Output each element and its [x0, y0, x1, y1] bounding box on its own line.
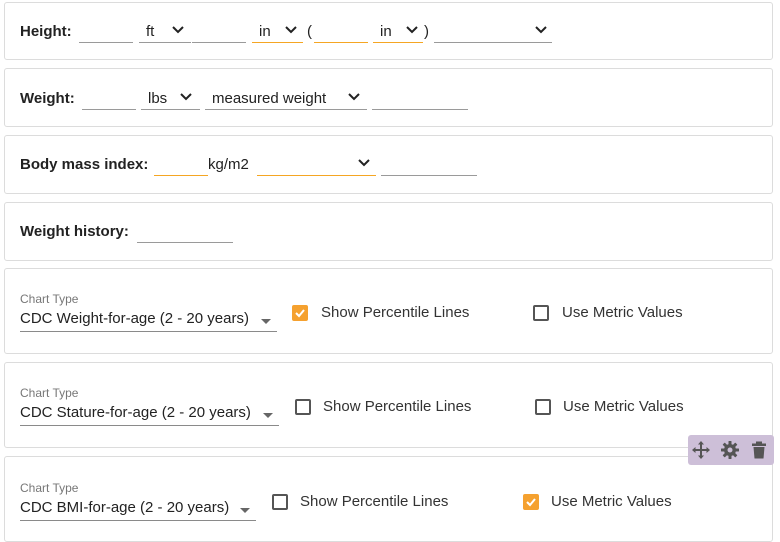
show-percentile-checkbox[interactable] — [292, 305, 308, 321]
chart-type-caption: Chart Type — [20, 292, 79, 306]
chevron-down-icon — [180, 93, 192, 101]
gear-icon[interactable] — [720, 440, 740, 460]
chart-type-value: CDC BMI-for-age (2 - 20 years) — [20, 499, 230, 516]
bmi-label: Body mass index: — [20, 156, 149, 173]
chevron-down-icon — [535, 26, 547, 34]
use-metric-checkbox[interactable] — [535, 399, 551, 415]
use-metric-checkbox[interactable] — [533, 305, 549, 321]
height-in-input[interactable] — [192, 21, 246, 43]
chart-type-caption: Chart Type — [20, 481, 79, 495]
chevron-down-icon — [358, 159, 370, 167]
height-ft-unit-select[interactable]: ft — [139, 21, 191, 43]
weight-unit-select[interactable]: lbs — [141, 88, 200, 110]
height-total-unit-select[interactable]: in — [373, 21, 423, 43]
show-percentile-checkbox[interactable] — [295, 399, 311, 415]
weight-row: Weight: lbs measured weight — [4, 68, 773, 127]
chart-type-value: CDC Stature-for-age (2 - 20 years) — [20, 404, 251, 421]
chevron-down-icon — [172, 26, 184, 34]
weight-extra-input[interactable] — [372, 88, 468, 110]
bmi-category-select[interactable] — [257, 154, 376, 176]
move-icon[interactable] — [691, 440, 711, 460]
caret-down-icon — [261, 319, 271, 324]
show-percentile-label: Show Percentile Lines — [321, 304, 470, 321]
chevron-down-icon — [348, 93, 360, 101]
chart-card-stature: Chart Type CDC Stature-for-age (2 - 20 y… — [4, 362, 773, 448]
weight-history-row: Weight history: — [4, 202, 773, 261]
height-ft-unit-value: ft — [146, 23, 155, 40]
component-toolbar — [688, 435, 774, 465]
chart-type-select[interactable]: CDC Stature-for-age (2 - 20 years) — [20, 404, 279, 426]
chart-type-select[interactable]: CDC BMI-for-age (2 - 20 years) — [20, 499, 256, 521]
use-metric-checkbox[interactable] — [523, 494, 539, 510]
weight-method-value: measured weight — [212, 90, 327, 107]
height-label: Height: — [20, 23, 72, 40]
chart-card-weight: Chart Type CDC Weight-for-age (2 - 20 ye… — [4, 268, 773, 354]
chevron-down-icon — [285, 26, 297, 34]
use-metric-label: Use Metric Values — [562, 304, 683, 321]
weight-history-input[interactable] — [137, 221, 233, 243]
use-metric-label: Use Metric Values — [551, 493, 672, 510]
weight-unit-value: lbs — [148, 90, 168, 107]
checkmark-icon — [295, 309, 305, 318]
height-total-unit-value: in — [380, 23, 392, 40]
weight-method-select[interactable]: measured weight — [205, 88, 367, 110]
height-paren-open: ( — [307, 23, 312, 40]
caret-down-icon — [263, 413, 273, 418]
chart-type-value: CDC Weight-for-age (2 - 20 years) — [20, 310, 249, 327]
bmi-row: Body mass index: kg/m2 — [4, 135, 773, 194]
height-in-unit-select[interactable]: in — [252, 21, 303, 43]
weight-input[interactable] — [82, 88, 136, 110]
trash-icon[interactable] — [749, 440, 769, 460]
use-metric-label: Use Metric Values — [563, 398, 684, 415]
height-method-select[interactable] — [434, 21, 552, 43]
height-ft-input[interactable] — [79, 21, 133, 43]
show-percentile-label: Show Percentile Lines — [300, 493, 449, 510]
weight-label: Weight: — [20, 90, 75, 107]
chart-type-caption: Chart Type — [20, 386, 79, 400]
caret-down-icon — [240, 508, 250, 513]
show-percentile-checkbox[interactable] — [272, 494, 288, 510]
height-in-unit-value: in — [259, 23, 271, 40]
chart-card-bmi: Chart Type CDC BMI-for-age (2 - 20 years… — [4, 456, 773, 542]
height-total-in-input[interactable] — [314, 21, 368, 43]
height-row: Height: ft in ( in ) — [4, 2, 773, 60]
chevron-down-icon — [406, 26, 418, 34]
show-percentile-label: Show Percentile Lines — [323, 398, 472, 415]
bmi-input[interactable] — [154, 154, 208, 176]
checkmark-icon — [526, 498, 536, 507]
bmi-unit: kg/m2 — [208, 156, 249, 173]
bmi-extra-input[interactable] — [381, 154, 477, 176]
chart-type-select[interactable]: CDC Weight-for-age (2 - 20 years) — [20, 310, 277, 332]
weight-history-label: Weight history: — [20, 223, 129, 240]
height-paren-close: ) — [424, 23, 429, 40]
